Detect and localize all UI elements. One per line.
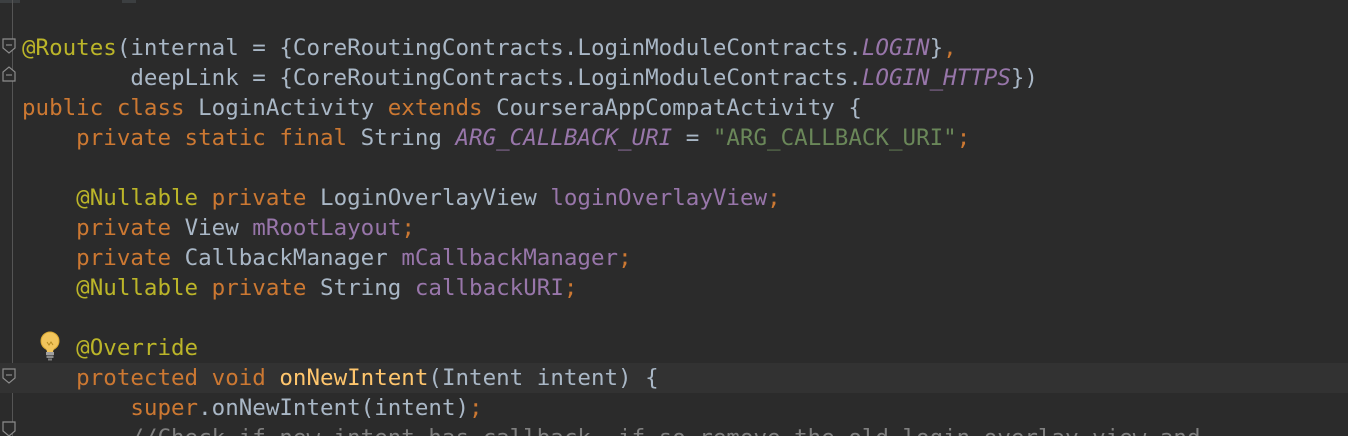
code-line[interactable]: super.onNewIntent(intent);: [0, 393, 1348, 423]
code-token: CallbackManager: [184, 245, 402, 271]
code-token: ;: [469, 395, 483, 421]
code-line[interactable]: private View mRootLayout;: [0, 213, 1348, 243]
code-line[interactable]: [0, 303, 1348, 333]
editor-top-strip: [0, 0, 1348, 4]
code-token: onNewIntent: [279, 365, 429, 391]
code-token: //Check if new intent has callback, if s…: [22, 425, 1200, 436]
code-token: ;: [956, 125, 971, 151]
code-token: mCallbackManager: [401, 245, 619, 271]
code-token: "ARG_CALLBACK_URI": [712, 125, 957, 151]
code-line-text: private static final String ARG_CALLBACK…: [22, 123, 970, 153]
code-token: LoginActivity: [198, 95, 388, 121]
code-line-text: private View mRootLayout;: [22, 213, 415, 243]
code-token: ;: [618, 245, 632, 271]
code-line[interactable]: public class LoginActivity extends Cours…: [0, 93, 1348, 123]
code-token: View: [184, 215, 253, 241]
code-token: }): [1010, 65, 1038, 91]
fold-end-marker-icon[interactable]: [2, 66, 16, 82]
code-line-text: @Nullable private String callbackURI;: [22, 273, 577, 303]
code-token: (Intent intent) {: [428, 365, 659, 391]
code-token: }: [929, 35, 944, 61]
top-partial-mark: [0, 0, 20, 3]
code-token: private: [211, 275, 321, 301]
code-token: ;: [401, 215, 415, 241]
code-token: LoginOverlayView: [320, 185, 551, 211]
code-token: ,: [943, 35, 957, 61]
code-line[interactable]: @Routes(internal = {CoreRoutingContracts…: [0, 33, 1348, 63]
code-token: ARG_CALLBACK_URI: [455, 125, 673, 151]
code-line-text: deepLink = {CoreRoutingContracts.LoginMo…: [22, 63, 1038, 93]
code-token: @Routes: [22, 35, 117, 61]
code-line-text: private CallbackManager mCallbackManager…: [22, 243, 632, 273]
code-line[interactable]: protected void onNewIntent(Intent intent…: [0, 363, 1348, 393]
code-line[interactable]: //Check if new intent has callback, if s…: [0, 423, 1348, 436]
code-line-text: @Nullable private LoginOverlayView login…: [22, 183, 781, 213]
code-token: (internal = {CoreRoutingContracts.LoginM…: [116, 35, 862, 61]
code-token: private: [22, 215, 185, 241]
code-token: LOGIN_HTTPS: [861, 65, 1011, 91]
code-token: protected void: [22, 365, 280, 391]
code-token: deepLink = {CoreRoutingContracts.LoginMo…: [22, 65, 862, 91]
code-token: public class: [22, 95, 199, 121]
lightbulb-icon[interactable]: [36, 330, 64, 362]
code-line-text: @Routes(internal = {CoreRoutingContracts…: [22, 33, 957, 63]
code-line[interactable]: @Nullable private String callbackURI;: [0, 273, 1348, 303]
code-token: private: [211, 185, 321, 211]
code-token: loginOverlayView: [550, 185, 768, 211]
code-editor[interactable]: @Routes(internal = {CoreRoutingContracts…: [0, 0, 1348, 436]
top-partial-mark: [122, 0, 136, 3]
code-token: mRootLayout: [252, 215, 402, 241]
code-token: ;: [563, 275, 578, 301]
code-line[interactable]: deepLink = {CoreRoutingContracts.LoginMo…: [0, 63, 1348, 93]
code-token: ;: [767, 185, 781, 211]
code-line-text: protected void onNewIntent(Intent intent…: [22, 363, 659, 393]
code-token: super: [22, 395, 199, 421]
code-token: private: [22, 245, 185, 271]
code-token: String: [320, 275, 415, 301]
code-line-text: public class LoginActivity extends Cours…: [22, 93, 862, 123]
code-token: @Nullable: [22, 275, 212, 301]
code-token: callbackURI: [414, 275, 564, 301]
code-token: CourseraAppCompatActivity {: [496, 95, 862, 121]
code-token: .onNewIntent(intent): [198, 395, 470, 421]
code-line[interactable]: @Override: [0, 333, 1348, 363]
code-line[interactable]: [0, 153, 1348, 183]
fold-marker-icon[interactable]: [2, 38, 16, 54]
code-token: private static final: [22, 125, 361, 151]
code-token: String: [360, 125, 456, 151]
code-token: =: [672, 125, 713, 151]
code-line[interactable]: private static final String ARG_CALLBACK…: [0, 123, 1348, 153]
fold-marker-icon[interactable]: [2, 368, 16, 384]
code-line[interactable]: @Nullable private LoginOverlayView login…: [0, 183, 1348, 213]
code-token: extends: [387, 95, 497, 121]
code-line[interactable]: private CallbackManager mCallbackManager…: [0, 243, 1348, 273]
code-token: @Nullable: [22, 185, 212, 211]
code-token: LOGIN: [861, 35, 930, 61]
code-line-text: super.onNewIntent(intent);: [22, 393, 483, 423]
fold-marker-icon[interactable]: [2, 421, 16, 436]
code-line-text: //Check if new intent has callback, if s…: [22, 423, 1200, 436]
